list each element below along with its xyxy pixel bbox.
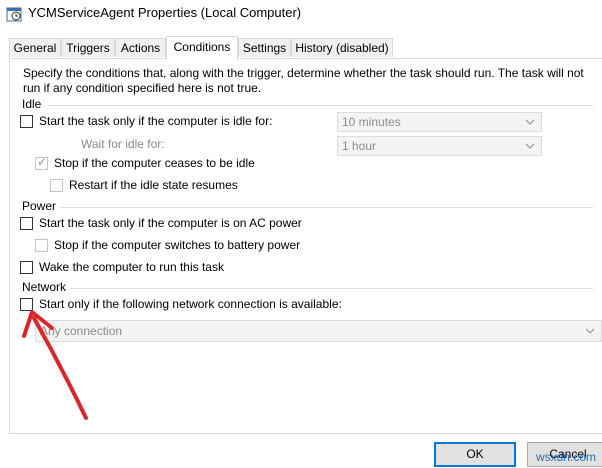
power-group-title: Power [22, 199, 57, 213]
network-checkbox[interactable] [20, 298, 33, 311]
tab-triggers[interactable]: Triggers [61, 38, 115, 57]
start-idle-checkbox[interactable] [20, 115, 33, 128]
wake-checkbox[interactable] [20, 261, 33, 274]
conditions-description: Specify the conditions that, along with … [23, 66, 584, 95]
wake-label[interactable]: Wake the computer to run this task [39, 260, 224, 275]
network-connection-combo[interactable]: Any connection [35, 320, 602, 342]
chevron-down-icon [585, 328, 595, 334]
tab-general[interactable]: General [9, 38, 61, 57]
network-connection-value: Any connection [40, 324, 123, 338]
network-group-title: Network [22, 280, 67, 294]
watermark-text: wsxdn.com [535, 450, 596, 464]
tab-history[interactable]: History (disabled) [291, 38, 393, 57]
battery-checkbox[interactable] [35, 239, 48, 252]
tab-conditions[interactable]: Conditions [166, 36, 238, 59]
checkmark-icon: ✓ [37, 155, 48, 169]
stop-idle-checkbox[interactable]: ✓ [35, 155, 48, 170]
battery-label[interactable]: Stop if the computer switches to battery… [54, 238, 300, 253]
wait-for-idle-label: Wait for idle for: [81, 137, 165, 151]
restart-idle-checkbox[interactable] [50, 179, 63, 192]
scheduled-task-icon [6, 7, 22, 22]
window-title: YCMServiceAgent Properties (Local Comput… [28, 5, 302, 20]
ac-power-label[interactable]: Start the task only if the computer is o… [39, 216, 302, 231]
wait-duration-combo[interactable]: 1 hour [337, 136, 542, 156]
ok-button[interactable]: OK [434, 442, 516, 467]
title-bar: YCMServiceAgent Properties (Local Comput… [0, 0, 602, 28]
idle-duration-combo[interactable]: 10 minutes [337, 112, 542, 132]
network-label[interactable]: Start only if the following network conn… [39, 297, 342, 312]
tab-actions[interactable]: Actions [115, 38, 166, 57]
idle-group-title: Idle [22, 97, 42, 111]
stop-idle-label[interactable]: Stop if the computer ceases to be idle [54, 156, 255, 171]
network-group-divider [70, 288, 593, 289]
idle-group-divider [48, 105, 593, 106]
chevron-down-icon [525, 143, 535, 149]
idle-duration-value: 10 minutes [342, 115, 401, 129]
start-idle-label[interactable]: Start the task only if the computer is i… [39, 114, 272, 129]
tab-settings[interactable]: Settings [238, 38, 291, 57]
restart-idle-label[interactable]: Restart if the idle state resumes [69, 178, 238, 193]
wait-duration-value: 1 hour [342, 139, 377, 153]
power-group-divider [60, 207, 593, 208]
ac-power-checkbox[interactable] [20, 217, 33, 230]
chevron-down-icon [525, 119, 535, 125]
